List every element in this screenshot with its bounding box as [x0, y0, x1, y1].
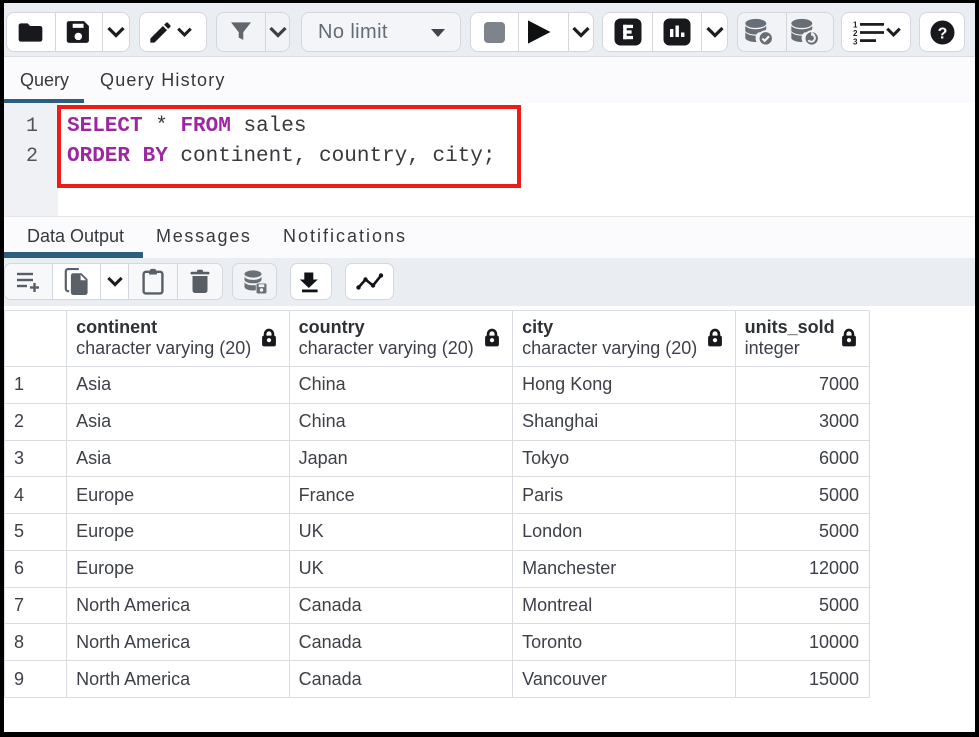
svg-text:?: ?	[937, 25, 947, 42]
svg-text:3: 3	[853, 37, 858, 46]
